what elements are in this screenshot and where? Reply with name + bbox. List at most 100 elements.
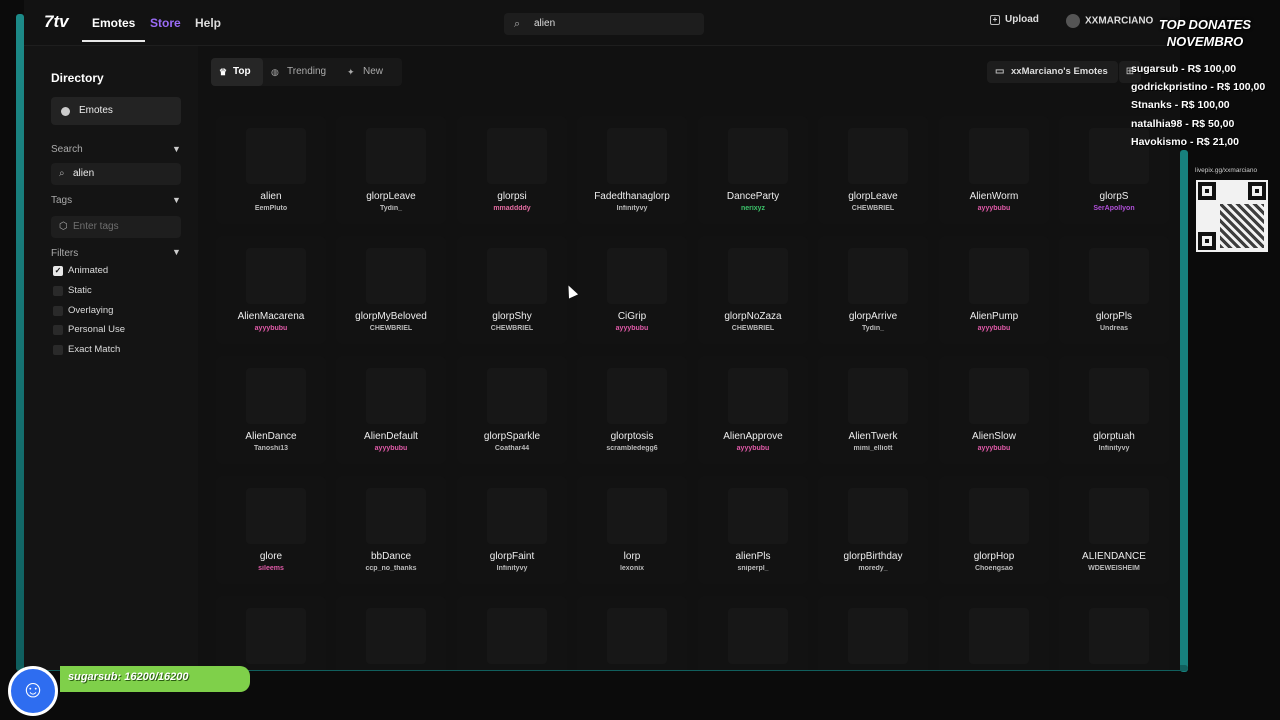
nav-store[interactable]: Store <box>150 0 181 46</box>
emote-author[interactable]: Coathar44 <box>457 445 567 452</box>
filter-personal-use[interactable]: Personal Use <box>53 323 125 337</box>
emote-card[interactable]: AlienApprove ayyybubu <box>698 356 808 464</box>
my-emotes-button[interactable]: ▭ xxMarciano's Emotes <box>987 61 1118 83</box>
emote-author[interactable]: ayyybubu <box>336 445 446 452</box>
emote-card[interactable]: alienPls sniperpl_ <box>698 476 808 584</box>
emote-card[interactable]: AlienJustice <box>698 596 808 670</box>
emote-card[interactable]: bbDance ccp_no_thanks <box>336 476 446 584</box>
emote-card[interactable]: glorpBirthday moredy_ <box>818 476 928 584</box>
nav-help[interactable]: Help <box>195 0 221 46</box>
checkbox-icon[interactable] <box>53 325 63 335</box>
tags-input[interactable]: ⬡ Enter tags <box>51 216 181 238</box>
checkbox-icon[interactable] <box>53 286 63 296</box>
emote-card[interactable]: glorpHop Choengsao <box>939 476 1049 584</box>
emote-author[interactable]: ayyybubu <box>939 325 1049 332</box>
emote-card[interactable]: glorpMyBeloved CHEWBRIEL <box>336 236 446 344</box>
emote-card[interactable]: DanceParty nerixyz <box>698 116 808 224</box>
emote-author[interactable]: Undreas <box>1059 325 1169 332</box>
sort-tabs: ♛ Top ◍ Trending ✦ New <box>211 58 402 86</box>
chevron-down-icon[interactable]: ▼ <box>172 144 181 154</box>
emote-card[interactable]: AlienSpin <box>577 596 687 670</box>
emote-author[interactable]: lexonix <box>577 565 687 572</box>
emote-author[interactable]: Infinityvy <box>1059 445 1169 452</box>
chevron-down-icon[interactable]: ▼ <box>172 247 181 257</box>
emote-author[interactable]: mmaddddy <box>457 205 567 212</box>
emote-author[interactable]: Tydin_ <box>336 205 446 212</box>
filter-animated[interactable]: ✓ Animated <box>53 264 108 278</box>
emote-card[interactable]: CiGrip ayyybubu <box>577 236 687 344</box>
emote-card[interactable]: AlienMacarena ayyybubu <box>216 236 326 344</box>
emote-author[interactable]: moredy_ <box>818 565 928 572</box>
emote-card[interactable]: AlienDance Tanoshi13 <box>216 356 326 464</box>
checkbox-icon[interactable] <box>53 345 63 355</box>
emote-author[interactable]: ayyybubu <box>939 205 1049 212</box>
emote-card[interactable]: AlienSlow ayyybubu <box>939 356 1049 464</box>
filter-overlaying[interactable]: Overlaying <box>53 304 113 318</box>
checkbox-icon[interactable] <box>53 306 63 316</box>
emote-card[interactable]: glorpLeave Tydin_ <box>336 116 446 224</box>
emote-card[interactable]: ALIENDANCE WDEWEISHEIM <box>1059 476 1169 584</box>
emote-card[interactable]: Fadedthanaglorp Infinityvy <box>577 116 687 224</box>
emote-card[interactable]: glore sileems <box>216 476 326 584</box>
emote-author[interactable]: ccp_no_thanks <box>336 565 446 572</box>
emote-author[interactable]: mimi_elliott <box>818 445 928 452</box>
emote-author[interactable]: CHEWBRIEL <box>457 325 567 332</box>
emote-card[interactable]: glorptosis scrambledegg6 <box>577 356 687 464</box>
emote-author[interactable]: ayyybubu <box>216 325 326 332</box>
tab-trending[interactable]: ◍ Trending <box>271 58 326 86</box>
sidebar-search-input[interactable]: ⌕ alien <box>51 163 181 185</box>
filter-static[interactable]: Static <box>53 284 92 298</box>
emote-card[interactable]: glorpArrive Tydin_ <box>818 236 928 344</box>
emote-card[interactable]: glorpSparkle Coathar44 <box>457 356 567 464</box>
sidebar-item-emotes[interactable]: Emotes <box>51 97 181 125</box>
emote-author[interactable]: CHEWBRIEL <box>698 325 808 332</box>
chevron-down-icon[interactable]: ▼ <box>172 195 181 205</box>
emote-card[interactable]: glorpFaint Infinityvy <box>457 476 567 584</box>
emote-card[interactable]: AlienTwerk mimi_elliott <box>818 356 928 464</box>
emote-card[interactable]: AlienDefault ayyybubu <box>336 356 446 464</box>
emote-card[interactable]: AlienWorm ayyybubu <box>939 116 1049 224</box>
emote-card[interactable]: glorpify <box>216 596 326 670</box>
emote-author[interactable]: Tanoshi13 <box>216 445 326 452</box>
emote-author[interactable]: scrambledegg6 <box>577 445 687 452</box>
emote-author[interactable]: sileems <box>216 565 326 572</box>
upload-button[interactable]: + Upload <box>990 14 1039 25</box>
filter-exact-match[interactable]: Exact Match <box>53 343 120 357</box>
emote-author[interactable]: Tydin_ <box>818 325 928 332</box>
emote-card[interactable]: lorp lexonix <box>577 476 687 584</box>
emote-card[interactable]: glorp <box>336 596 446 670</box>
emote-author[interactable]: ayyybubu <box>577 325 687 332</box>
top-search-input[interactable]: ⌕ alien <box>504 13 704 35</box>
emote-author[interactable]: ayyybubu <box>698 445 808 452</box>
emote-card[interactable]: glorpShy CHEWBRIEL <box>457 236 567 344</box>
emote-card[interactable]: glorpS SerApollyon <box>1059 116 1169 224</box>
emote-author[interactable]: Infinityvy <box>457 565 567 572</box>
emote-author[interactable]: CHEWBRIEL <box>818 205 928 212</box>
emote-card[interactable]: mem <box>1059 596 1169 670</box>
emote-author[interactable]: sniperpl_ <box>698 565 808 572</box>
emote-card[interactable]: AlienPump ayyybubu <box>939 236 1049 344</box>
emote-author[interactable]: nerixyz <box>698 205 808 212</box>
7tv-logo[interactable]: 7tv <box>44 12 69 32</box>
emote-card[interactable]: glorpJam <box>818 596 928 670</box>
emote-card[interactable]: glorptuah Infinityvy <box>1059 356 1169 464</box>
emote-author[interactable]: Infinityvy <box>577 205 687 212</box>
emote-card[interactable]: glorpsi mmaddddy <box>457 116 567 224</box>
emote-card[interactable]: GlorpinTime <box>457 596 567 670</box>
nav-emotes[interactable]: Emotes <box>81 0 146 46</box>
emote-card[interactable]: WAYTOOGLORP <box>939 596 1049 670</box>
emote-card[interactable]: glorpLeave CHEWBRIEL <box>818 116 928 224</box>
emote-author[interactable]: Choengsao <box>939 565 1049 572</box>
emote-author[interactable]: EemPluto <box>216 205 326 212</box>
emote-card[interactable]: glorpPls Undreas <box>1059 236 1169 344</box>
tab-new[interactable]: ✦ New <box>347 58 383 86</box>
emote-author[interactable]: ayyybubu <box>939 445 1049 452</box>
user-menu[interactable]: XXMARCIANO <box>1066 14 1153 28</box>
emote-card[interactable]: glorpNoZaza CHEWBRIEL <box>698 236 808 344</box>
checkbox-checked-icon[interactable]: ✓ <box>53 266 63 276</box>
emote-author[interactable]: CHEWBRIEL <box>336 325 446 332</box>
emote-author[interactable]: SerApollyon <box>1059 205 1169 212</box>
emote-author[interactable]: WDEWEISHEIM <box>1059 565 1169 572</box>
tab-top[interactable]: ♛ Top <box>211 58 263 86</box>
emote-card[interactable]: alien EemPluto <box>216 116 326 224</box>
